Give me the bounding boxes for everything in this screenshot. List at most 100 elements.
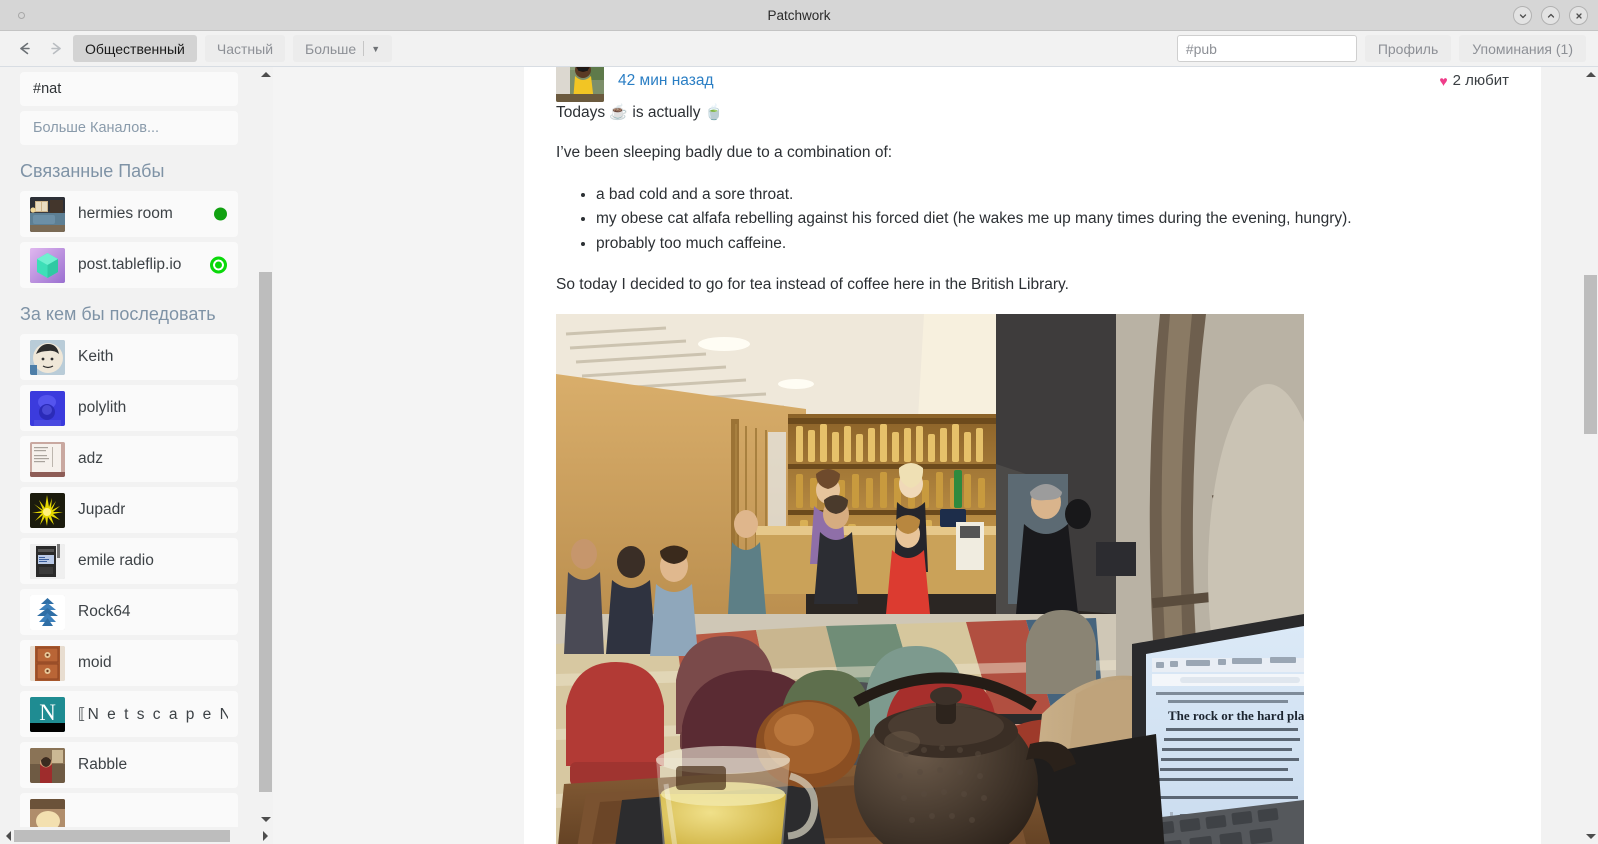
main-body: #nat Больше Каналов... Связанные Пабы he…: [0, 67, 1598, 844]
sidebar-follow-label: Rabble: [78, 756, 128, 773]
sidebar-follow-label: adz: [78, 450, 103, 467]
feed-scroll-thumb[interactable]: [1584, 275, 1597, 434]
avatar[interactable]: [556, 67, 604, 102]
sidebar-more-channels-label: Больше Каналов...: [33, 120, 160, 136]
sidebar-vertical-scrollbar[interactable]: [258, 67, 273, 827]
sidebar-follow-adz[interactable]: adz: [20, 436, 238, 482]
sidebar-hscroll-thumb[interactable]: [14, 830, 230, 842]
back-arrow-icon[interactable]: [14, 38, 35, 59]
status-indicator-connected: [210, 256, 227, 274]
post-para1-text-b: is actually: [628, 104, 705, 121]
sidebar-channel-nat-label: #nat: [33, 81, 62, 97]
sidebar-follow-label: polylith: [78, 399, 127, 416]
window-controls: [1513, 6, 1588, 25]
forward-arrow-icon[interactable]: [46, 38, 67, 59]
mentions-button[interactable]: Упоминания (1): [1459, 35, 1586, 62]
more-dropdown-button[interactable]: Больше ▼: [293, 35, 393, 62]
post-like-count-label: 2 любит: [1452, 72, 1509, 89]
post-card: 42 мин назад ♥ 2 любит Todays ☕ is actua…: [524, 67, 1541, 844]
mentions-button-label: Упоминания (1): [1472, 40, 1573, 57]
sidebar-follow-label: emile radio: [78, 552, 154, 569]
sidebar-follow-label: ⟦N e t s c a p e Navig: [78, 705, 228, 723]
sidebar-pub-label: post.tableflip.io: [78, 256, 182, 273]
sidebar-follow-label: Rock64: [78, 603, 131, 620]
avatar: [30, 543, 65, 579]
tab-public[interactable]: Общественный: [73, 35, 197, 62]
sidebar-follow-netscape-navigator[interactable]: N ⟦N e t s c a p e Navig: [20, 691, 238, 737]
avatar: [30, 390, 65, 426]
sidebar-more-channels[interactable]: Больше Каналов...: [20, 111, 238, 145]
post-paragraph-1: Todays ☕ is actually 🍵: [556, 102, 1509, 124]
sidebar-follow-moid[interactable]: moid: [20, 640, 238, 686]
avatar: [30, 747, 65, 783]
post-paragraph-3: So today I decided to go for tea instead…: [556, 275, 1069, 293]
scroll-down-arrow-icon[interactable]: [1583, 829, 1598, 844]
avatar: [30, 339, 65, 375]
nav-arrows: [14, 38, 67, 59]
sidebar-pub-hermies-room[interactable]: hermies room: [20, 191, 238, 237]
sidebar-scroll-content: #nat Больше Каналов... Связанные Пабы he…: [0, 67, 258, 827]
sidebar-follow-rock64[interactable]: Rock64: [20, 589, 238, 635]
avatar: [30, 247, 65, 283]
post-photo[interactable]: The rock or the hard place: [556, 314, 1304, 844]
post-header: 42 мин назад ♥ 2 любит: [540, 67, 1525, 102]
avatar: [30, 594, 65, 630]
sidebar-channel-nat[interactable]: #nat: [20, 72, 238, 106]
more-label: Больше: [305, 40, 357, 57]
sidebar-follow-keith[interactable]: Keith: [20, 334, 238, 380]
scroll-up-arrow-icon[interactable]: [258, 67, 273, 82]
sidebar-follow-polylith[interactable]: polylith: [20, 385, 238, 431]
list-item: my obese cat alfafa rebelling against hi…: [596, 207, 1509, 231]
sidebar-pub-post-tableflip-io[interactable]: post.tableflip.io: [20, 242, 238, 288]
feed-column: 42 мин назад ♥ 2 любит Todays ☕ is actua…: [524, 67, 1541, 844]
post-para1-text-a: Todays: [556, 104, 610, 121]
search-input[interactable]: #pub: [1176, 35, 1357, 62]
avatar: N: [30, 696, 65, 732]
svg-text:The rock or the hard place: The rock or the hard place: [1168, 708, 1304, 723]
scroll-down-arrow-icon[interactable]: [258, 812, 273, 827]
window-titlebar: Patchwork: [0, 0, 1598, 31]
sidebar-pub-label: hermies room: [78, 205, 173, 222]
coffee-icon: ☕: [609, 104, 629, 121]
heart-icon: ♥: [1439, 72, 1448, 89]
sidebar-follow-label: Jupadr: [78, 501, 126, 518]
post-bullet-list: a bad cold and a sore throat. my obese c…: [556, 183, 1509, 256]
sidebar-scroll-thumb[interactable]: [259, 272, 272, 792]
post-body: Todays ☕ is actually 🍵 I’ve been sleepin…: [540, 102, 1525, 844]
avatar: [30, 645, 65, 681]
tab-public-label: Общественный: [85, 40, 185, 57]
post-paragraph-2: I’ve been sleeping badly due to a combin…: [556, 144, 893, 162]
scroll-up-arrow-icon[interactable]: [1583, 67, 1598, 82]
feed-mode-tabs: Общественный Частный Больше ▼: [73, 35, 393, 62]
tab-private-label: Частный: [216, 40, 274, 57]
feed-gutter: [273, 67, 524, 844]
sidebar-follow-partial[interactable]: [20, 793, 238, 827]
feed-vertical-scrollbar[interactable]: [1583, 67, 1598, 844]
search-input-value: #pub: [1185, 40, 1217, 57]
sidebar-follow-label: Keith: [78, 348, 114, 365]
toolbar-right-group: #pub Профиль Упоминания (1): [1176, 35, 1586, 62]
left-sidebar: #nat Больше Каналов... Связанные Пабы he…: [0, 67, 258, 827]
sidebar-heading-pubs: Связанные Пабы: [20, 161, 165, 181]
post-like-count[interactable]: ♥ 2 любит: [1439, 72, 1509, 89]
avatar: [30, 492, 65, 528]
sidebar-follow-label: moid: [78, 654, 112, 671]
close-icon[interactable]: [1569, 6, 1588, 25]
sidebar-horizontal-scrollbar[interactable]: [0, 828, 273, 844]
scroll-right-arrow-icon[interactable]: [257, 828, 273, 844]
sidebar-follow-jupadr[interactable]: Jupadr: [20, 487, 238, 533]
sidebar-heading-follow: За кем бы последовать: [20, 304, 216, 324]
post-timestamp[interactable]: 42 мин назад: [618, 72, 714, 90]
sidebar-follow-rabble[interactable]: Rabble: [20, 742, 238, 788]
tea-icon: 🍵: [704, 104, 724, 121]
minimize-icon[interactable]: [1513, 6, 1532, 25]
more-separator: [363, 41, 365, 56]
sidebar-follow-emile-radio[interactable]: emile radio: [20, 538, 238, 584]
profile-button-label: Профиль: [1377, 40, 1439, 57]
tab-private[interactable]: Частный: [204, 35, 286, 62]
chevron-down-icon: ▼: [371, 43, 381, 54]
profile-button[interactable]: Профиль: [1364, 35, 1452, 62]
status-indicator-online: [214, 207, 227, 221]
avatar: [30, 798, 65, 827]
maximize-icon[interactable]: [1541, 6, 1560, 25]
